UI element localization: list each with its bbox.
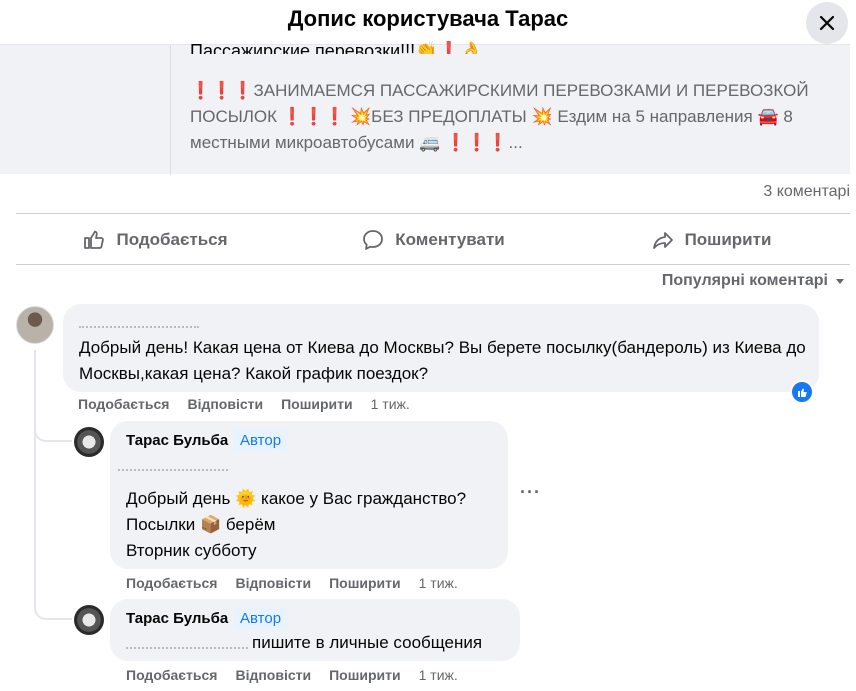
comment-bubble: Добрый день! Какая цена от Киева до Моск… (63, 304, 819, 392)
redacted-mention (118, 457, 228, 471)
divider (16, 264, 850, 265)
comment-share-link[interactable]: Поширити (281, 396, 353, 412)
reply-share-link[interactable]: Поширити (329, 667, 401, 683)
thread-line (34, 440, 36, 600)
comment-button[interactable]: Коментувати (294, 218, 572, 262)
caret-down-icon (836, 279, 844, 284)
redacted-mention (126, 635, 248, 649)
comment-count[interactable]: 3 коментарі (763, 183, 850, 201)
like-reaction-icon[interactable] (790, 380, 814, 404)
comment-sort-dropdown[interactable]: Популярні коментарі (662, 272, 846, 290)
shared-post-title: Пассажирские перевозки!!!👏❗👌 (190, 41, 483, 54)
shared-post-preview[interactable]: Пассажирские перевозки!!!👏❗👌 ❗❗❗ЗАНИМАЕМ… (0, 41, 850, 175)
shared-post-text: ❗❗❗ЗАНИМАЕМСЯ ПАССАЖИРСКИМИ ПЕРЕВОЗКАМИ … (190, 81, 809, 152)
reply-reply-link[interactable]: Відповісти (235, 667, 311, 683)
commenter-avatar[interactable] (16, 306, 54, 344)
comment-actions: Подобається Відповісти Поширити 1 тиж. (78, 396, 410, 412)
comment-label: Коментувати (395, 230, 505, 249)
comment-text: Добрый день! Какая цена от Киева до Моск… (79, 338, 806, 383)
reply-bubble: Тарас Бульба Автор пишите в личные сообщ… (110, 599, 520, 661)
comment-reply-link[interactable]: Відповісти (187, 396, 263, 412)
post-action-bar: Подобається Коментувати Поширити (16, 218, 850, 262)
thread-connector (34, 598, 72, 620)
like-label: Подобається (116, 230, 228, 249)
redacted-author-name (79, 314, 199, 328)
close-icon (819, 15, 835, 31)
reply-like-link[interactable]: Подобається (126, 667, 217, 683)
comment-like-link[interactable]: Подобається (78, 396, 169, 412)
author-badge: Автор (234, 607, 288, 630)
reply-text: Добрый день 🌞 какое у Вас гражданство? П… (126, 489, 467, 560)
reply-reply-link[interactable]: Відповісти (235, 575, 311, 591)
close-button[interactable] (806, 2, 848, 44)
sort-label: Популярні коментарі (661, 272, 828, 289)
reply-actions: Подобається Відповісти Поширити 1 тиж. (126, 667, 458, 683)
share-button[interactable]: Поширити (572, 218, 850, 262)
reply-text: пишите в личные сообщения (252, 633, 483, 652)
reply-author-name[interactable]: Тарас Бульба (126, 610, 228, 627)
thumbs-up-icon (84, 230, 105, 249)
author-badge: Автор (234, 429, 288, 452)
share-icon (652, 232, 673, 249)
author-avatar[interactable] (74, 605, 104, 635)
reply-actions: Подобається Відповісти Поширити 1 тиж. (126, 575, 458, 591)
reply-bubble: Тарас Бульба Автор Добрый день 🌞 какое у… (110, 421, 508, 569)
comment-icon (363, 230, 384, 250)
preview-divider (170, 45, 171, 175)
reply-share-link[interactable]: Поширити (329, 575, 401, 591)
reply-author-name[interactable]: Тарас Бульба (126, 432, 228, 449)
comment-timestamp[interactable]: 1 тиж. (371, 396, 410, 412)
reply-timestamp[interactable]: 1 тиж. (419, 667, 458, 683)
author-avatar[interactable] (74, 427, 104, 457)
dialog-title: Допис користувача Тарас (287, 6, 569, 31)
more-options-button[interactable]: ··· (520, 482, 548, 506)
like-button[interactable]: Подобається (16, 218, 294, 262)
reply-like-link[interactable]: Подобається (126, 575, 217, 591)
share-label: Поширити (684, 230, 772, 249)
reply-timestamp[interactable]: 1 тиж. (419, 575, 458, 591)
thread-connector (34, 420, 72, 442)
divider (16, 213, 850, 214)
